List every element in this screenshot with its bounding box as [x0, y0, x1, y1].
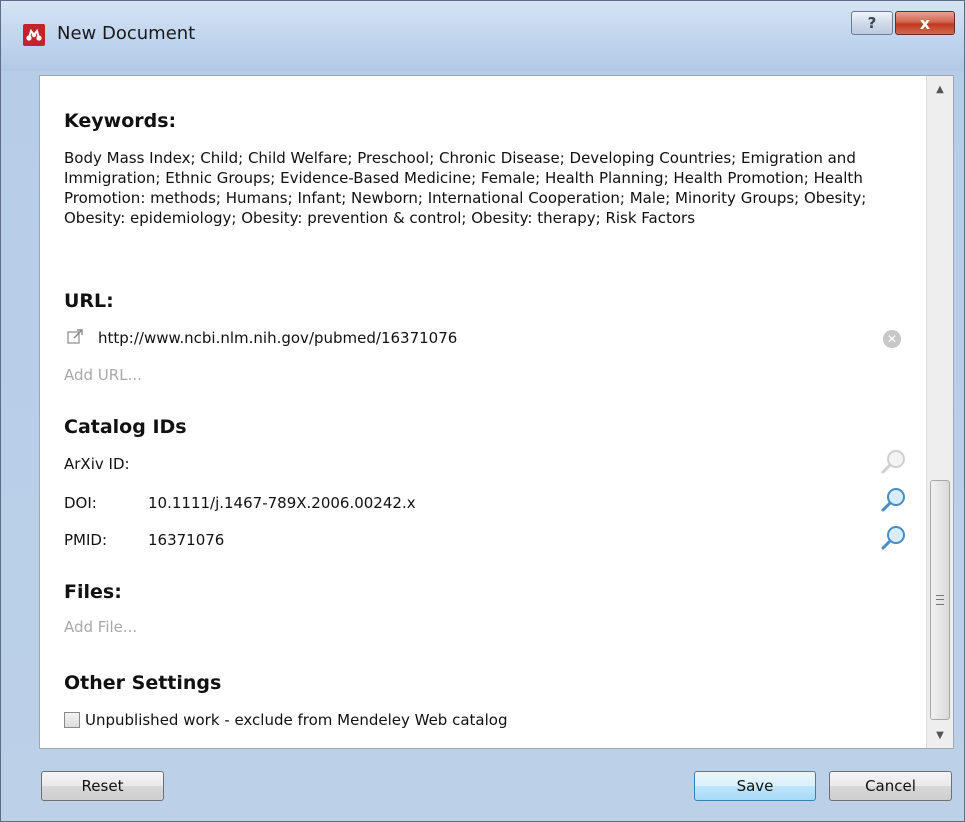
add-file-link[interactable]: Add File... [64, 618, 137, 636]
scroll-down-arrow-icon[interactable]: ▼ [927, 724, 953, 746]
doi-lookup-search-icon[interactable] [880, 486, 908, 514]
reset-button[interactable]: Reset [41, 771, 164, 801]
document-details-panel: Keywords: Body Mass Index; Child; Child … [39, 75, 954, 749]
scroll-grip-icon [936, 595, 944, 605]
pmid-label: PMID: [64, 531, 108, 549]
files-heading: Files: [64, 581, 122, 603]
remove-url-icon[interactable]: ✕ [883, 330, 901, 348]
scroll-up-arrow-icon[interactable]: ▲ [927, 78, 953, 100]
save-button[interactable]: Save [694, 771, 816, 801]
window-title: New Document [57, 23, 196, 44]
scrollbar-thumb[interactable] [930, 480, 950, 720]
pmid-lookup-search-icon[interactable] [880, 524, 908, 552]
keywords-text[interactable]: Body Mass Index; Child; Child Welfare; P… [64, 148, 874, 228]
cancel-button[interactable]: Cancel [829, 771, 952, 801]
unpublished-work-checkbox[interactable] [64, 712, 80, 728]
new-document-window: New Document ? x Keywords: Body Mass Ind… [0, 0, 965, 822]
vertical-scrollbar[interactable]: ▲ ▼ [926, 76, 953, 748]
url-heading: URL: [64, 290, 114, 312]
external-link-icon[interactable] [66, 328, 84, 346]
close-button[interactable]: x [895, 11, 955, 35]
unpublished-work-label[interactable]: Unpublished work - exclude from Mendeley… [85, 711, 507, 729]
add-url-link[interactable]: Add URL... [64, 366, 142, 384]
other-settings-heading: Other Settings [64, 672, 222, 694]
mendeley-logo-icon [23, 24, 45, 46]
title-bar: New Document ? x [1, 1, 964, 71]
url-value[interactable]: http://www.ncbi.nlm.nih.gov/pubmed/16371… [98, 329, 457, 347]
doi-field[interactable]: 10.1111/j.1467-789X.2006.00242.x [148, 494, 416, 512]
arxiv-id-label: ArXiv ID: [64, 455, 130, 473]
keywords-heading: Keywords: [64, 110, 177, 132]
doi-label: DOI: [64, 494, 97, 512]
arxiv-lookup-search-icon[interactable] [880, 448, 908, 476]
pmid-field[interactable]: 16371076 [148, 531, 224, 549]
help-button[interactable]: ? [851, 11, 893, 35]
catalog-ids-heading: Catalog IDs [64, 416, 187, 438]
